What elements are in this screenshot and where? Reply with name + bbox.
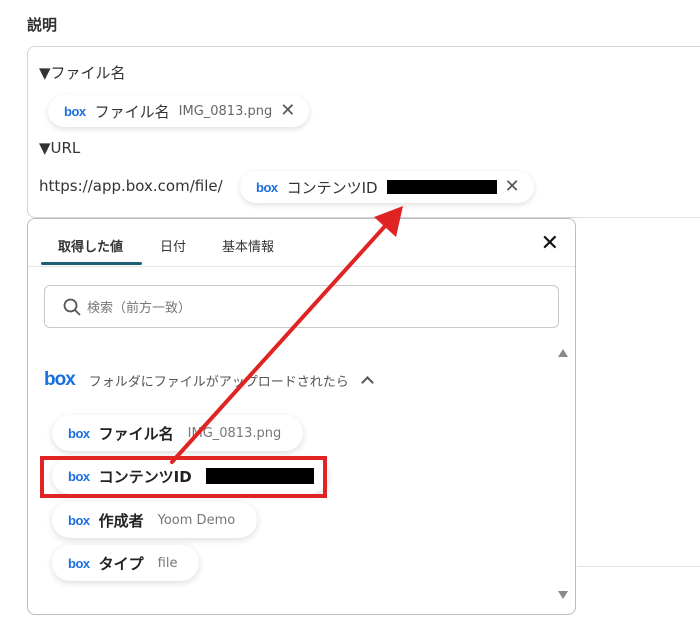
annotation-arrow-icon bbox=[170, 206, 403, 464]
